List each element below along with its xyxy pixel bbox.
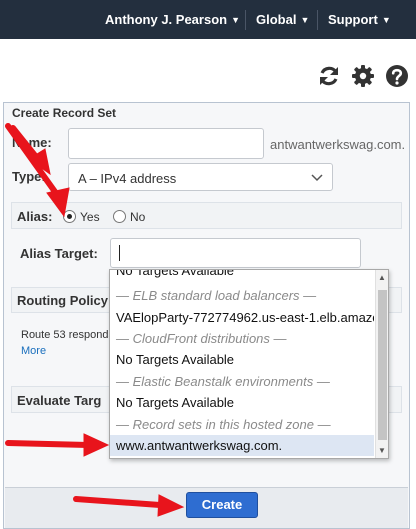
name-label: Name: [12,135,52,150]
text-cursor [119,245,120,261]
dropdown-option[interactable]: No Targets Available [110,349,374,370]
region-menu[interactable]: Global ▼ [256,0,309,39]
support-menu-label: Support [328,12,378,27]
alias-label: Alias: [17,209,53,224]
refresh-icon[interactable] [317,64,341,88]
caret-down-icon: ▼ [231,15,240,25]
dropdown-group-header: — ELB standard load balancers — [116,288,317,303]
dropdown-option-selected[interactable]: www.antwantwerkswag.com. [110,435,374,456]
alias-no-label[interactable]: No [130,210,145,224]
routing-description: Route 53 responds [21,329,114,341]
name-input[interactable] [68,128,264,159]
dropdown-group-header: — Elastic Beanstalk environments — [116,374,330,389]
dropdown-option[interactable]: VAElopParty-772774962.us-east-1.elb.amaz… [110,307,374,328]
region-menu-label: Global [256,12,297,27]
caret-down-icon: ▼ [300,15,310,25]
caret-down-icon: ▼ [381,15,391,25]
dropdown-group-header: — Record sets in this hosted zone — [116,417,331,432]
alias-target-input[interactable] [110,238,361,268]
dropdown-option[interactable]: No Targets Available [110,270,374,281]
user-menu-label: Anthony J. Pearson [105,12,228,27]
alias-yes-label[interactable]: Yes [80,210,100,224]
type-select-value: A – IPv4 address [78,171,177,186]
dropdown-option[interactable]: No Targets Available [110,392,374,413]
type-select[interactable]: A – IPv4 address [68,163,333,191]
nav-divider [317,10,318,30]
scrollbar-thumb[interactable] [378,290,387,440]
scroll-up-arrow-icon[interactable]: ▲ [378,273,386,282]
nav-divider [245,10,246,30]
dropdown-scrollbar[interactable]: ▲ ▼ [375,270,388,458]
dropdown-group-header: — CloudFront distributions — [116,331,287,346]
alias-row: Alias: Yes No [11,202,402,229]
type-label: Type: [12,169,46,184]
chevron-down-icon [311,174,323,182]
top-nav-bar: Anthony J. Pearson ▼ Global ▼ Support ▼ [0,0,416,39]
alias-no-radio[interactable] [113,210,126,223]
scroll-down-arrow-icon[interactable]: ▼ [378,446,386,455]
gear-icon[interactable] [351,64,375,88]
more-link[interactable]: More [21,345,46,357]
alias-yes-radio[interactable] [63,210,76,223]
create-button[interactable]: Create [186,492,258,518]
user-menu[interactable]: Anthony J. Pearson ▼ [105,0,240,39]
domain-suffix: antwantwerkswag.com. [270,137,406,152]
panel-title: Create Record Set [12,106,117,120]
help-icon[interactable] [385,64,409,88]
evaluate-target-health-label: Evaluate Targ [17,393,102,408]
alias-target-label: Alias Target: [20,246,98,261]
routing-policy-label: Routing Policy [17,293,108,308]
support-menu[interactable]: Support ▼ [328,0,391,39]
alias-target-dropdown[interactable]: No Targets Available — ELB standard load… [109,269,389,459]
